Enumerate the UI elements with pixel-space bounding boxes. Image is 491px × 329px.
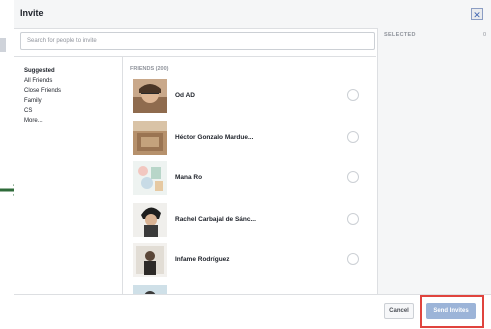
background-fragment	[0, 38, 6, 52]
friend-row[interactable]: Od AD	[123, 79, 376, 115]
category-family[interactable]: Family	[24, 98, 42, 104]
friend-name: Infame Rodríguez	[175, 256, 230, 263]
avatar	[133, 161, 167, 195]
avatar	[133, 121, 167, 155]
cancel-button[interactable]: Cancel	[384, 303, 414, 319]
friend-row[interactable]: Héctor Gonzalo Mardue...	[123, 121, 376, 157]
dialog-title: Invite	[20, 8, 44, 18]
friend-row[interactable]: Rachel Carbajal de Sánc...	[123, 203, 376, 239]
dialog-header: Invite ✕	[14, 0, 491, 29]
category-close-friends[interactable]: Close Friends	[24, 88, 61, 94]
friends-list: FRIENDS (200) Od AD Héctor Gonzalo Mardu…	[122, 56, 376, 295]
friend-name: Héctor Gonzalo Mardue...	[175, 134, 254, 141]
avatar	[133, 203, 167, 237]
friend-name: Od AD	[175, 92, 195, 99]
category-all-friends[interactable]: All Friends	[24, 78, 52, 84]
friend-row[interactable]: Mana Ro	[123, 161, 376, 197]
select-radio[interactable]	[347, 89, 359, 101]
close-icon[interactable]: ✕	[471, 8, 483, 20]
selected-panel: SELECTED 0	[377, 28, 491, 294]
dialog-footer: Cancel Send Invites	[14, 294, 491, 329]
avatar	[133, 243, 167, 277]
search-input[interactable]: Search for people to invite	[20, 32, 375, 50]
friend-row[interactable]: Infame Rodríguez	[123, 243, 376, 279]
avatar	[133, 79, 167, 113]
category-cs[interactable]: CS	[24, 108, 32, 114]
select-radio[interactable]	[347, 253, 359, 265]
category-suggested[interactable]: Suggested	[24, 68, 55, 74]
select-radio[interactable]	[347, 171, 359, 183]
friend-name: Rachel Carbajal de Sánc...	[175, 216, 256, 223]
select-radio[interactable]	[347, 213, 359, 225]
invite-dialog: Invite ✕ Search for people to invite SEL…	[14, 0, 491, 329]
selected-count: 0	[482, 32, 486, 38]
send-invites-button[interactable]: Send Invites	[426, 303, 476, 319]
selected-label: SELECTED	[384, 32, 416, 38]
search-placeholder: Search for people to invite	[27, 38, 97, 44]
friends-heading: FRIENDS (200)	[130, 66, 169, 72]
category-list: Suggested All Friends Close Friends Fami…	[14, 56, 122, 295]
category-more[interactable]: More...	[24, 118, 43, 124]
friend-name: Mana Ro	[175, 174, 203, 181]
select-radio[interactable]	[347, 131, 359, 143]
